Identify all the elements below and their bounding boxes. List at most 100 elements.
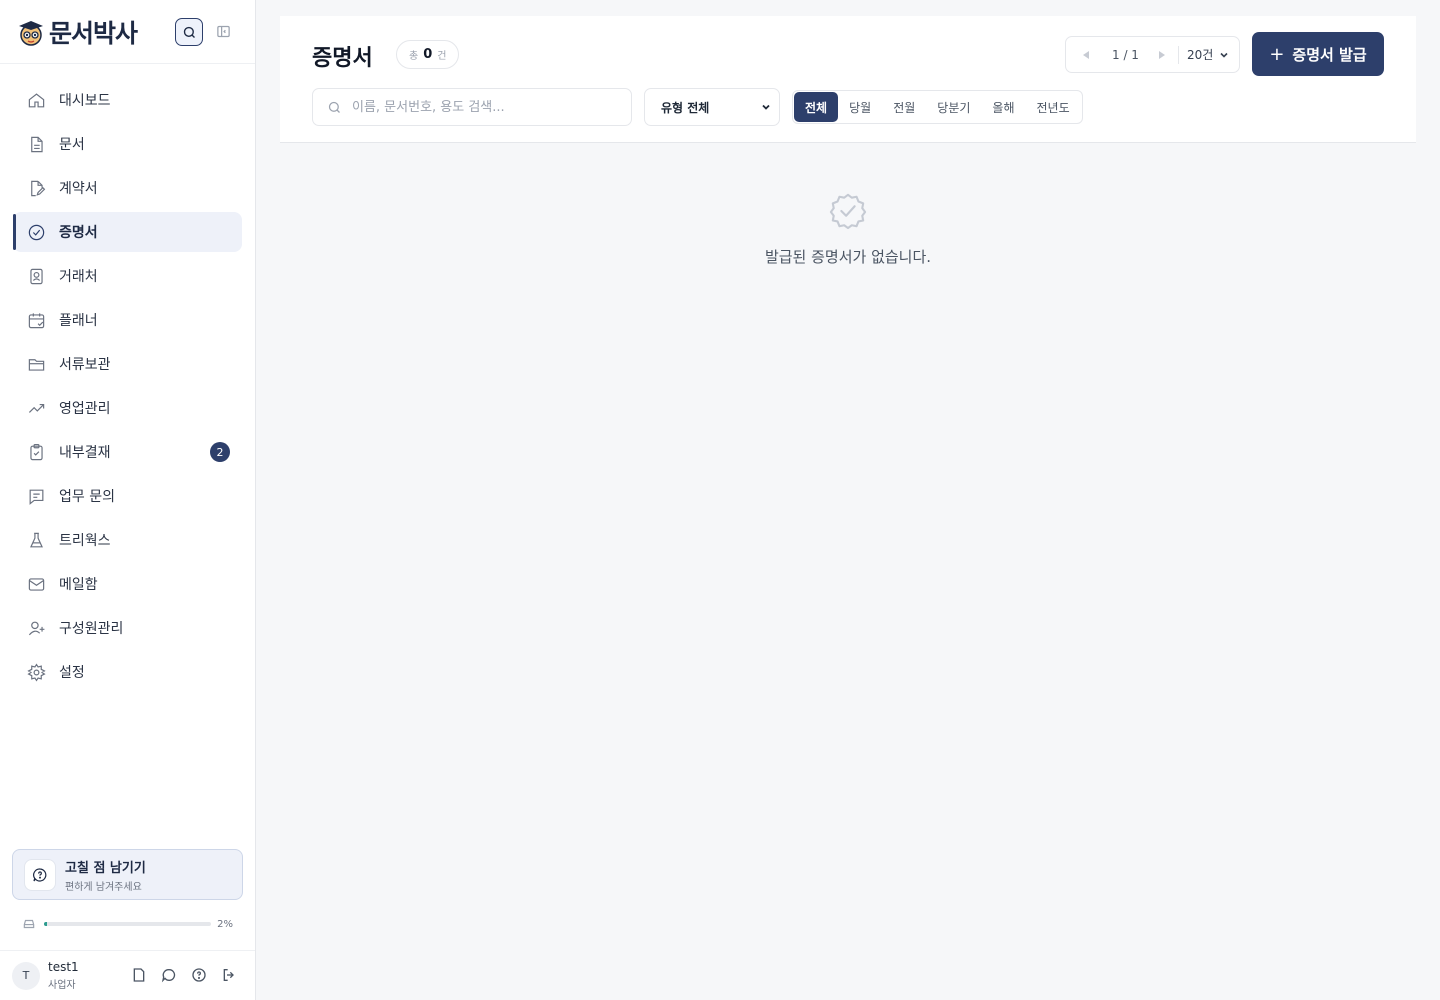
sidebar-item-archive[interactable]: 서류보관 xyxy=(13,344,242,384)
sidebar-item-label: 거래처 xyxy=(59,269,98,285)
user-info: test1 사업자 xyxy=(48,960,79,991)
sidebar-item-label: 메일함 xyxy=(59,577,98,593)
sidebar-item-settings[interactable]: 설정 xyxy=(13,652,242,692)
next-page-button[interactable] xyxy=(1152,45,1172,65)
sidebar-item-documents[interactable]: 문서 xyxy=(13,124,242,164)
question-chat-icon xyxy=(24,858,56,891)
user-role: 사업자 xyxy=(48,980,76,991)
storage-bar-fill xyxy=(44,922,48,926)
storage-bar xyxy=(44,922,212,926)
mail-icon xyxy=(26,574,46,594)
sidebar-item-label: 설정 xyxy=(59,665,85,681)
sidebar-item-label: 문서 xyxy=(59,137,85,153)
storage-drive-icon xyxy=(23,919,35,929)
period-tabs: 전체 당월 전월 당분기 올해 전년도 xyxy=(792,90,1083,124)
sidebar-item-mailbox[interactable]: 메일함 xyxy=(13,564,242,604)
prev-page-button[interactable] xyxy=(1076,45,1096,65)
tab-last-month[interactable]: 전월 xyxy=(882,92,926,122)
logout-icon xyxy=(223,969,234,981)
count-prefix: 총 xyxy=(409,51,419,62)
contract-icon xyxy=(26,178,46,198)
feedback-title: 고칠 점 남기기 xyxy=(65,860,146,876)
certificates-header-card: 증명서 총 0 건 1 / 1 20건 + 증명서 발급 유형 전체 전체 당월… xyxy=(280,16,1416,143)
sidebar-nav: 대시보드 문서 계약서 증명서 거래처 플래너 서류보관 영업관리 내부결재 2… xyxy=(0,64,255,692)
search-input[interactable] xyxy=(352,99,612,115)
sidebar-item-sales[interactable]: 영업관리 xyxy=(13,388,242,428)
sidebar-item-clients[interactable]: 거래처 xyxy=(13,256,242,296)
page-info: 1 / 1 xyxy=(1112,47,1139,62)
sidebar-item-members[interactable]: 구성원관리 xyxy=(13,608,242,648)
sidebar-item-label: 대시보드 xyxy=(59,93,111,109)
tab-all[interactable]: 전체 xyxy=(794,92,839,122)
sidebar: 문서박사 대시보드 문서 계약서 증명서 거래처 플래너 서류보관 영업관리 내… xyxy=(0,0,256,1000)
triangle-right-icon xyxy=(1158,50,1165,59)
feedback-subtitle: 편하게 남겨주세요 xyxy=(65,881,142,893)
count-value: 0 xyxy=(423,47,433,62)
user-add-icon xyxy=(26,618,46,638)
approval-count-badge: 2 xyxy=(210,442,230,462)
badge-check-icon xyxy=(829,192,867,230)
sidebar-item-label: 증명서 xyxy=(59,225,98,241)
trend-icon xyxy=(26,398,46,418)
plus-icon: + xyxy=(1269,43,1285,65)
sidebar-item-dashboard[interactable]: 대시보드 xyxy=(13,80,242,120)
sidebar-item-approval[interactable]: 내부결재 2 xyxy=(13,432,242,472)
storage-percent: 2% xyxy=(217,918,233,930)
tab-this-quarter[interactable]: 당분기 xyxy=(926,92,981,122)
calendar-icon xyxy=(26,310,46,330)
sidebar-item-contracts[interactable]: 계약서 xyxy=(13,168,242,208)
sidebar-item-label: 계약서 xyxy=(59,181,98,197)
sidebar-item-label: 트리웍스 xyxy=(59,533,111,549)
user-name: test1 xyxy=(48,960,79,974)
sidebar-item-label: 플래너 xyxy=(59,313,98,329)
gear-icon xyxy=(26,662,46,682)
brand-name: 문서박사 xyxy=(49,18,138,48)
per-page-select[interactable]: 20건 xyxy=(1187,46,1229,63)
message-icon xyxy=(26,486,46,506)
sidebar-item-label: 영업관리 xyxy=(59,401,111,417)
tab-last-year[interactable]: 전년도 xyxy=(1026,92,1081,122)
empty-state: 발급된 증명서가 없습니다. xyxy=(280,192,1416,267)
type-filter-select[interactable]: 유형 전체 xyxy=(644,88,780,126)
chevron-down-icon xyxy=(762,104,770,110)
help-icon xyxy=(192,968,206,982)
search-field[interactable] xyxy=(312,88,632,126)
clipboard-check-icon xyxy=(26,442,46,462)
certificate-icon xyxy=(26,222,46,242)
sidebar-item-planner[interactable]: 플래너 xyxy=(13,300,242,340)
per-page-value: 20건 xyxy=(1186,48,1214,62)
avatar[interactable]: T xyxy=(12,961,40,990)
feedback-button[interactable]: 고칠 점 남기기 편하게 남겨주세요 xyxy=(12,849,243,900)
sidebar-collapse-icon xyxy=(216,25,230,37)
search-icon xyxy=(183,26,195,38)
tab-this-month[interactable]: 당월 xyxy=(838,92,882,122)
total-count-pill: 총 0 건 xyxy=(396,40,460,69)
contact-card-icon xyxy=(26,266,46,286)
file-icon xyxy=(133,968,145,982)
logout-button[interactable] xyxy=(220,966,238,984)
mascot-logo-icon xyxy=(16,17,46,47)
storage-usage: 2% xyxy=(12,912,243,936)
help-button[interactable] xyxy=(190,966,208,984)
page-title: 증명서 xyxy=(312,46,373,71)
issue-certificate-button[interactable]: + 증명서 발급 xyxy=(1252,32,1384,76)
tab-this-year[interactable]: 올해 xyxy=(981,92,1025,122)
sidebar-item-inquiry[interactable]: 업무 문의 xyxy=(13,476,242,516)
collapse-sidebar-button[interactable] xyxy=(214,22,232,40)
triangle-left-icon xyxy=(1083,50,1089,59)
sidebar-item-label: 구성원관리 xyxy=(59,621,124,637)
pager-divider xyxy=(1177,45,1179,64)
chat-button[interactable] xyxy=(160,966,178,984)
sidebar-item-triworks[interactable]: 트리웍스 xyxy=(13,520,242,560)
issue-certificate-label: 증명서 발급 xyxy=(1292,45,1367,64)
search-button[interactable] xyxy=(175,18,203,46)
user-bar: T test1 사업자 xyxy=(0,950,255,1000)
type-filter-value: 유형 전체 xyxy=(661,100,710,115)
chevron-down-icon xyxy=(1220,52,1228,58)
notes-button[interactable] xyxy=(130,966,148,984)
count-suffix: 건 xyxy=(437,51,447,62)
sidebar-item-label: 서류보관 xyxy=(59,357,111,373)
sidebar-item-certificates[interactable]: 증명서 xyxy=(13,212,242,252)
empty-state-message: 발급된 증명서가 없습니다. xyxy=(764,248,932,266)
sidebar-item-label: 업무 문의 xyxy=(59,489,115,505)
